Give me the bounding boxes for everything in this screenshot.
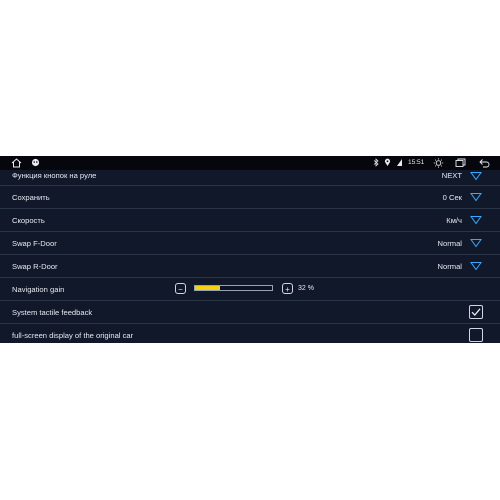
tactile-feedback-checkbox[interactable]	[469, 305, 483, 319]
setting-label: full-screen display of the original car	[12, 331, 134, 340]
chevron-down-icon[interactable]	[470, 171, 482, 181]
checkmark-icon	[471, 308, 481, 316]
recent-apps-icon[interactable]	[455, 158, 466, 170]
settings-list: Функция кнопок на руле NEXT Сохранить 0 …	[0, 170, 500, 343]
setting-label: Сохранить	[12, 193, 50, 202]
chevron-down-icon[interactable]	[470, 261, 482, 271]
setting-row-swap-r-door[interactable]: Swap R-Door Normal	[0, 255, 500, 278]
android-icon	[31, 158, 40, 169]
setting-label: Swap F-Door	[12, 239, 57, 248]
setting-row-save[interactable]: Сохранить 0 Сек	[0, 186, 500, 209]
fullscreen-display-checkbox[interactable]	[469, 328, 483, 342]
setting-label: Swap R-Door	[12, 262, 58, 271]
setting-row-swap-f-door[interactable]: Swap F-Door Normal	[0, 232, 500, 255]
brightness-icon[interactable]	[433, 158, 444, 170]
setting-value: 0 Сек	[442, 193, 462, 202]
setting-label: Navigation gain	[12, 285, 65, 294]
setting-row-speed[interactable]: Скорость Км/ч	[0, 209, 500, 232]
setting-row-steering-buttons[interactable]: Функция кнопок на руле NEXT	[0, 170, 500, 186]
back-icon[interactable]	[479, 158, 490, 170]
chevron-down-icon[interactable]	[470, 192, 482, 202]
setting-value: Normal	[437, 239, 462, 248]
decrease-button[interactable]: −	[175, 283, 186, 294]
setting-label: Скорость	[12, 216, 45, 225]
home-icon[interactable]	[11, 158, 22, 170]
clock: 15:51	[408, 159, 425, 166]
status-bar: 15:51	[0, 156, 500, 170]
increase-button[interactable]: +	[282, 283, 293, 294]
setting-value: Normal	[437, 262, 462, 271]
location-icon	[384, 158, 391, 169]
chevron-down-icon[interactable]	[470, 238, 482, 248]
setting-value: NEXT	[441, 171, 462, 180]
chevron-down-icon[interactable]	[470, 215, 482, 225]
car-settings-screen: 15:51 Функция кнопок на руле NEXT Сохран…	[0, 156, 500, 343]
setting-value: Км/ч	[446, 216, 462, 225]
setting-row-navigation-gain: Navigation gain − + 32 %	[0, 278, 500, 301]
setting-label: System tactile feedback	[12, 308, 93, 317]
bluetooth-icon	[373, 158, 379, 169]
setting-label: Функция кнопок на руле	[12, 171, 97, 180]
signal-icon	[396, 158, 403, 169]
setting-row-fullscreen-display[interactable]: full-screen display of the original car	[0, 324, 500, 343]
setting-row-tactile-feedback[interactable]: System tactile feedback	[0, 301, 500, 324]
slider-fill	[195, 286, 220, 290]
gain-value: 32 %	[298, 285, 314, 292]
navigation-gain-slider[interactable]	[194, 285, 273, 291]
